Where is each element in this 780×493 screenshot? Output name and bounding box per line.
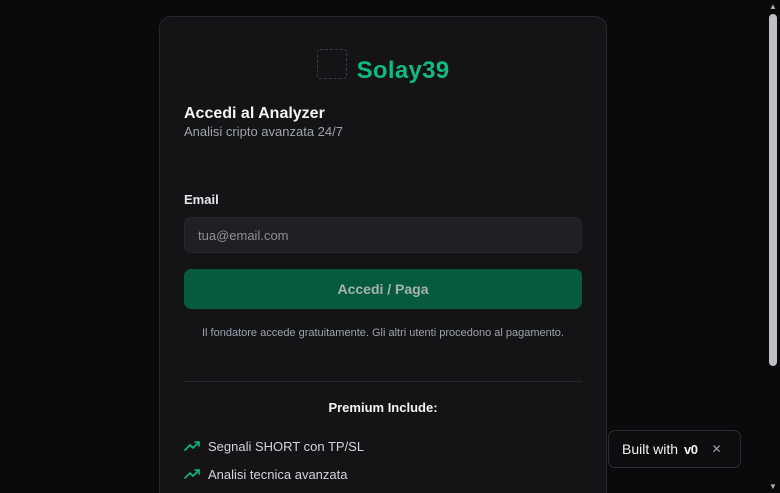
built-with-badge[interactable]: Built with v0 ✕: [608, 430, 741, 468]
page-title: Accedi al Analyzer: [184, 105, 325, 122]
login-card: Solay39 Accedi al Analyzer Analisi cript…: [159, 16, 607, 493]
login-pay-button[interactable]: Accedi / Paga: [184, 269, 582, 309]
scrollbar-thumb[interactable]: [769, 14, 777, 366]
list-item: [184, 488, 364, 493]
email-field[interactable]: [184, 217, 582, 253]
close-icon[interactable]: ✕: [712, 442, 722, 456]
list-item: Analisi tecnica avanzata: [184, 460, 364, 488]
founder-note: Il fondatore accede gratuitamente. Gli a…: [201, 327, 564, 339]
premium-feature-list: Segnali SHORT con TP/SL Analisi tecnica …: [184, 432, 364, 493]
brand-header: Solay39: [160, 49, 606, 85]
premium-title: Premium Include:: [328, 400, 438, 415]
scroll-down-icon[interactable]: ▼: [769, 482, 777, 491]
divider: [184, 381, 582, 382]
brand-name: Solay39: [356, 57, 450, 84]
scroll-up-icon[interactable]: ▲: [769, 2, 777, 11]
trending-up-icon: [184, 469, 200, 479]
badge-label: Built with: [622, 441, 679, 457]
email-label: Email: [184, 192, 219, 207]
trending-up-icon: [184, 441, 200, 451]
list-item: Segnali SHORT con TP/SL: [184, 432, 364, 460]
v0-logo-icon: v0: [684, 441, 698, 457]
page-subtitle: Analisi cripto avanzata 24/7: [184, 124, 343, 139]
scrollbar[interactable]: ▲ ▼: [766, 0, 780, 493]
broken-image-icon: [316, 49, 347, 79]
feature-label: Analisi tecnica avanzata: [208, 466, 348, 482]
feature-label: Segnali SHORT con TP/SL: [208, 438, 365, 454]
